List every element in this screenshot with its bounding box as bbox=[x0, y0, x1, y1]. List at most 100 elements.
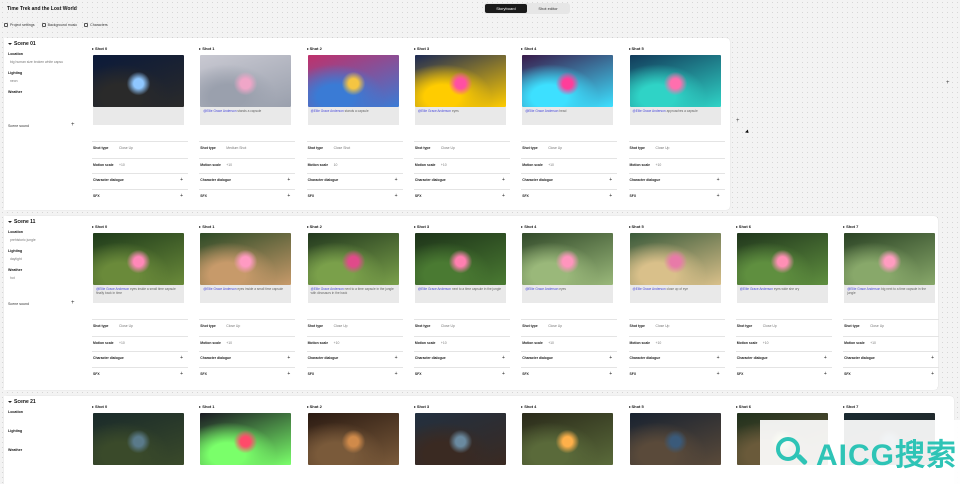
sfx-field[interactable]: SFX + bbox=[415, 193, 505, 199]
sfx-field[interactable]: SFX + bbox=[93, 371, 183, 377]
location-value[interactable]: big human size broken white capsu bbox=[10, 60, 63, 64]
shot-prompt[interactable]: @Ellie Grace Anderson close up of eye bbox=[629, 285, 721, 303]
motion-scale-value[interactable]: +10 bbox=[334, 341, 340, 345]
add-sfx-icon[interactable]: + bbox=[502, 371, 505, 377]
characters-button[interactable]: Characters bbox=[84, 23, 108, 27]
location-value[interactable]: prehistoric jungle bbox=[10, 238, 36, 242]
shot-card[interactable]: Shot 3 @Ellie Grace Anderson eyes Shot typ… bbox=[413, 46, 510, 210]
character-dialogue-field[interactable]: Character dialogue + bbox=[522, 177, 612, 183]
motion-scale-field[interactable]: Motion scale +10 bbox=[308, 341, 398, 345]
scene-title[interactable]: Scene 01 bbox=[8, 41, 36, 47]
shot-card[interactable]: Shot 0 bbox=[92, 404, 188, 484]
add-character-dialogue-icon[interactable]: + bbox=[502, 355, 505, 361]
background-music-button[interactable]: Background music bbox=[41, 23, 77, 27]
tab-storyboard[interactable]: Storyboard bbox=[485, 4, 527, 13]
motion-scale-field[interactable]: Motion scale +10 bbox=[93, 341, 183, 345]
motion-scale-value[interactable]: +10 bbox=[226, 341, 232, 345]
project-settings-button[interactable]: Project settings bbox=[4, 23, 35, 27]
add-character-dialogue-icon[interactable]: + bbox=[609, 177, 612, 183]
chevron-down-icon[interactable] bbox=[8, 401, 12, 403]
shot-thumbnail[interactable] bbox=[307, 55, 399, 107]
shot-type-value[interactable]: Close Up bbox=[548, 324, 562, 328]
add-shot-icon[interactable]: + bbox=[946, 80, 950, 86]
shot-type-value[interactable]: Close Up bbox=[441, 324, 455, 328]
motion-scale-field[interactable]: Motion scale +10 bbox=[522, 163, 612, 167]
shot-type-field[interactable]: Shot type Close Shot bbox=[308, 146, 398, 150]
shot-card[interactable]: Shot 3 bbox=[413, 404, 510, 484]
add-sfx-icon[interactable]: + bbox=[717, 371, 720, 377]
add-character-dialogue-icon[interactable]: + bbox=[180, 355, 183, 361]
motion-scale-field[interactable]: Motion scale +10 bbox=[415, 341, 505, 345]
shot-type-value[interactable]: Close Shot bbox=[334, 146, 351, 150]
scene-title[interactable]: Scene 11 bbox=[8, 219, 35, 225]
add-scene-sound-icon[interactable]: + bbox=[71, 300, 75, 306]
add-sfx-icon[interactable]: + bbox=[717, 193, 720, 199]
sfx-field[interactable]: SFX + bbox=[93, 193, 183, 199]
shot-type-value[interactable]: Close Up bbox=[870, 324, 884, 328]
lighting-value[interactable]: daylight bbox=[10, 257, 22, 261]
sfx-field[interactable]: SFX + bbox=[522, 371, 612, 377]
add-character-dialogue-icon[interactable]: + bbox=[931, 355, 934, 361]
shot-card[interactable]: Shot 5 bbox=[628, 404, 725, 484]
motion-scale-field[interactable]: Motion scale +10 bbox=[522, 341, 612, 345]
shot-type-value[interactable]: Close Up bbox=[334, 324, 348, 328]
add-character-dialogue-icon[interactable]: + bbox=[717, 355, 720, 361]
add-scene-sound-icon[interactable]: + bbox=[71, 122, 75, 128]
motion-scale-value[interactable]: +10 bbox=[548, 341, 554, 345]
character-dialogue-field[interactable]: Character dialogue + bbox=[630, 177, 720, 183]
add-sfx-icon[interactable]: + bbox=[180, 193, 183, 199]
shot-type-field[interactable]: Shot type Close Up bbox=[844, 324, 934, 328]
shot-thumbnail[interactable] bbox=[307, 413, 399, 465]
character-dialogue-field[interactable]: Character dialogue + bbox=[844, 355, 934, 361]
character-mention[interactable]: @Ellie Grace Anderson bbox=[311, 109, 344, 113]
shot-thumbnail[interactable] bbox=[414, 413, 506, 465]
motion-scale-value[interactable]: +10 bbox=[656, 341, 662, 345]
shot-thumbnail[interactable] bbox=[736, 233, 828, 285]
shot-thumbnail[interactable] bbox=[200, 55, 292, 107]
shot-card[interactable]: Shot 1 @Ellie Grace Anderson stands a cap… bbox=[199, 46, 296, 210]
scene-title[interactable]: Scene 21 bbox=[8, 399, 36, 405]
character-dialogue-field[interactable]: Character dialogue + bbox=[415, 355, 505, 361]
shot-thumbnail[interactable] bbox=[522, 413, 614, 465]
shot-thumbnail[interactable] bbox=[414, 233, 506, 285]
shot-thumbnail[interactable] bbox=[629, 233, 721, 285]
shot-prompt[interactable]: @Ellie Grace Anderson big next to a time… bbox=[844, 285, 936, 303]
sfx-field[interactable]: SFX + bbox=[308, 371, 398, 377]
character-dialogue-field[interactable]: Character dialogue + bbox=[93, 177, 183, 183]
add-character-dialogue-icon[interactable]: + bbox=[717, 177, 720, 183]
motion-scale-value[interactable]: +10 bbox=[119, 163, 125, 167]
shot-type-field[interactable]: Shot type Close Up bbox=[522, 146, 612, 150]
shot-card[interactable]: Shot 5 @Ellie Grace Anderson approaches a… bbox=[628, 46, 725, 210]
shot-card[interactable]: Shot 3 @Ellie Grace Anderson next to a ti… bbox=[413, 224, 510, 390]
sfx-field[interactable]: SFX + bbox=[630, 371, 720, 377]
shot-thumbnail[interactable] bbox=[522, 233, 614, 285]
character-dialogue-field[interactable]: Character dialogue + bbox=[200, 355, 290, 361]
shot-prompt[interactable]: @Ellie Grace Anderson stands a capsule bbox=[307, 107, 399, 125]
character-dialogue-field[interactable]: Character dialogue + bbox=[737, 355, 827, 361]
shot-type-field[interactable]: Shot type Close Up bbox=[630, 146, 720, 150]
shot-type-field[interactable]: Shot type Close Up bbox=[93, 324, 183, 328]
sfx-field[interactable]: SFX + bbox=[630, 193, 720, 199]
shot-card[interactable]: Shot 0 @Ellie Grace Anderson eyes inside … bbox=[92, 224, 188, 390]
motion-scale-value[interactable]: +10 bbox=[870, 341, 876, 345]
add-shot-icon[interactable]: + bbox=[736, 118, 740, 124]
shot-type-field[interactable]: Shot type Close Up bbox=[93, 146, 183, 150]
shot-prompt[interactable]: @Ellie Grace Anderson head bbox=[522, 107, 614, 125]
character-mention[interactable]: @Ellie Grace Anderson bbox=[203, 287, 236, 291]
add-sfx-icon[interactable]: + bbox=[287, 193, 290, 199]
character-dialogue-field[interactable]: Character dialogue + bbox=[200, 177, 290, 183]
motion-scale-value[interactable]: 10 bbox=[334, 163, 338, 167]
add-character-dialogue-icon[interactable]: + bbox=[824, 355, 827, 361]
add-character-dialogue-icon[interactable]: + bbox=[287, 177, 290, 183]
character-mention[interactable]: @Ellie Grace Anderson bbox=[418, 109, 451, 113]
add-sfx-icon[interactable]: + bbox=[931, 371, 934, 377]
shot-card[interactable]: Shot 6 @Ellie Grace Anderson eyes wide sh… bbox=[735, 224, 832, 390]
shot-type-field[interactable]: Shot type Close Up bbox=[522, 324, 612, 328]
sfx-field[interactable]: SFX + bbox=[200, 193, 290, 199]
shot-type-value[interactable]: Close Up bbox=[119, 146, 133, 150]
add-character-dialogue-icon[interactable]: + bbox=[502, 177, 505, 183]
add-sfx-icon[interactable]: + bbox=[609, 193, 612, 199]
sfx-field[interactable]: SFX + bbox=[844, 371, 934, 377]
character-mention[interactable]: @Ellie Grace Anderson bbox=[633, 287, 666, 291]
motion-scale-field[interactable]: Motion scale 10 bbox=[308, 163, 398, 167]
